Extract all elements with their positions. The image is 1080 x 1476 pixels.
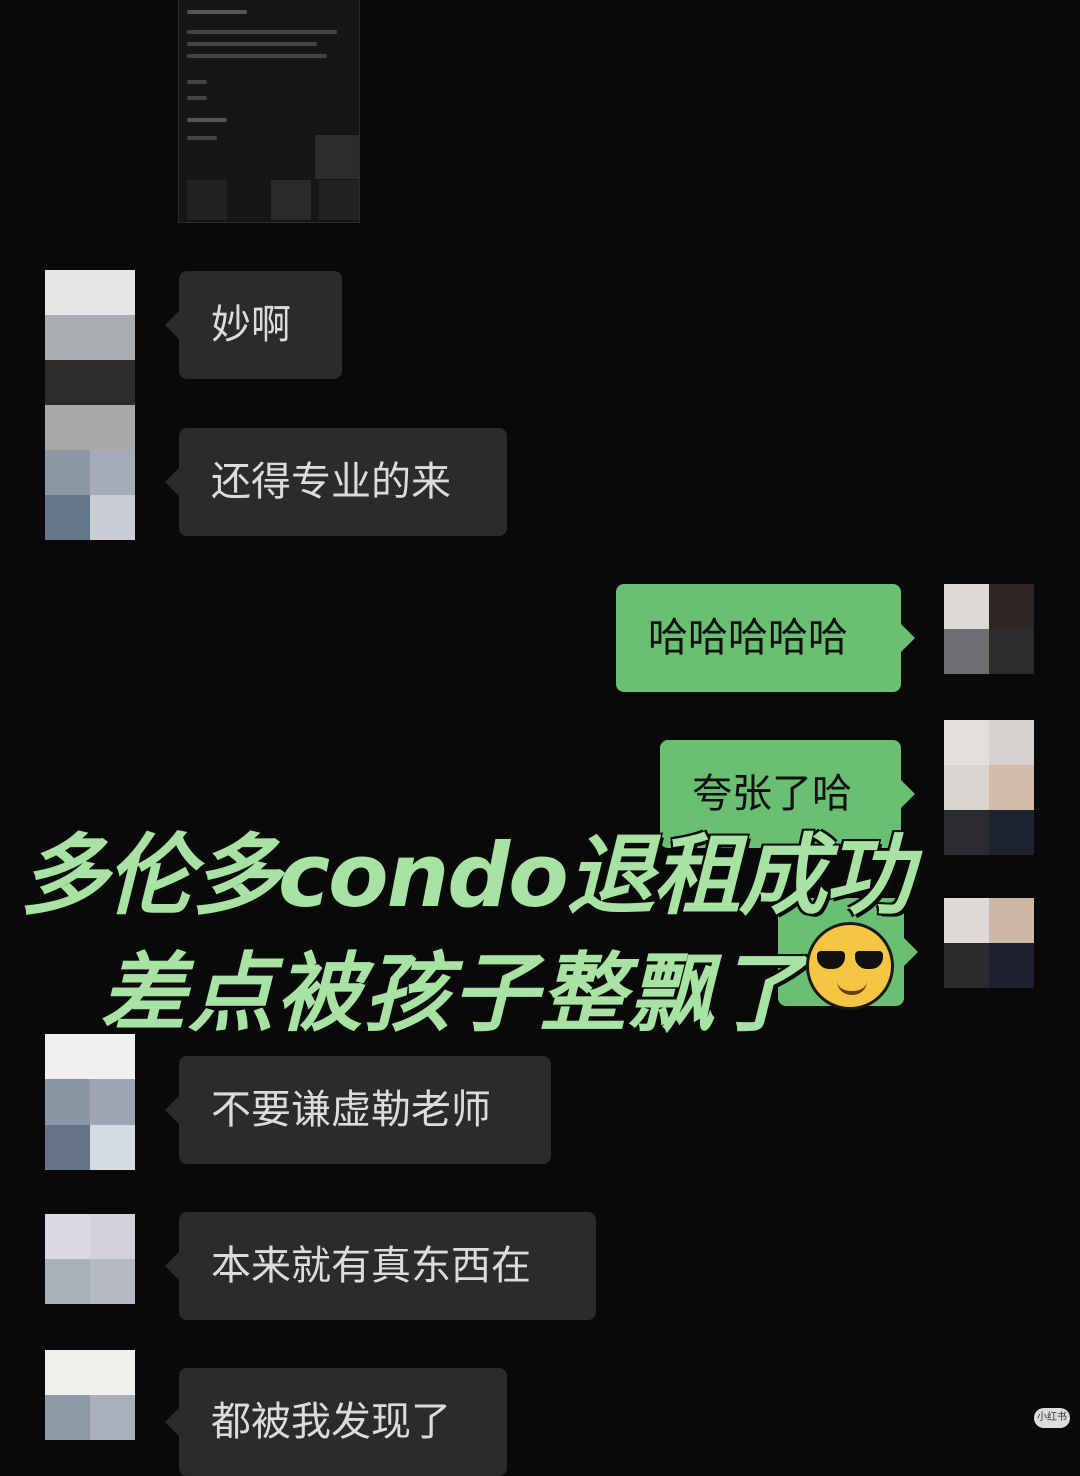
watermark: 小红书 — [1034, 1408, 1070, 1428]
thumb-close-icon — [315, 135, 359, 179]
message-text: 妙啊 — [211, 302, 291, 348]
thumb-line — [187, 80, 207, 84]
message-text: 还得专业的来 — [211, 459, 451, 505]
avatar[interactable] — [944, 720, 1034, 855]
avatar[interactable] — [45, 1214, 135, 1304]
thumb-line — [187, 10, 247, 14]
thumb-line — [187, 30, 337, 34]
thumb-line — [187, 42, 317, 46]
thumb-line — [187, 54, 327, 58]
avatar[interactable] — [45, 450, 135, 540]
message-text: 都被我发现了 — [211, 1399, 451, 1445]
message-text: 哈哈哈哈哈 — [648, 615, 848, 661]
avatar[interactable] — [45, 270, 135, 360]
message-bubble-outgoing[interactable]: 哈哈哈哈哈 — [616, 584, 915, 692]
thumb-line — [187, 96, 207, 100]
message-bubble-incoming[interactable]: 妙啊 — [165, 271, 342, 379]
avatar[interactable] — [944, 898, 1034, 988]
smile-mouth — [837, 981, 867, 995]
thumb-cell — [319, 180, 359, 220]
caption-line-1: 多伦多condo退租成功 — [20, 824, 913, 927]
message-bubble-incoming[interactable]: 还得专业的来 — [165, 428, 507, 536]
message-text: 本来就有真东西在 — [211, 1243, 531, 1289]
message-bubble-incoming[interactable]: 都被我发现了 — [165, 1368, 507, 1476]
avatar[interactable] — [45, 1350, 135, 1440]
thumb-line — [187, 136, 217, 140]
thumb-cell — [271, 180, 311, 220]
smiling-face-with-sunglasses-icon — [806, 922, 894, 1010]
message-bubble-incoming[interactable]: 不要谦虚勒老师 — [165, 1056, 551, 1164]
shared-screenshot-thumbnail[interactable] — [178, 0, 360, 223]
avatar[interactable] — [944, 584, 1034, 674]
avatar[interactable] — [45, 1080, 135, 1170]
thumb-line — [187, 118, 227, 122]
message-text: 不要谦虚勒老师 — [211, 1087, 491, 1133]
sunglasses-icon — [817, 951, 883, 971]
message-bubble-incoming[interactable]: 本来就有真东西在 — [165, 1212, 596, 1320]
caption-line-2: 差点被孩子整飘了 — [100, 944, 804, 1044]
thumb-cell — [187, 180, 227, 220]
